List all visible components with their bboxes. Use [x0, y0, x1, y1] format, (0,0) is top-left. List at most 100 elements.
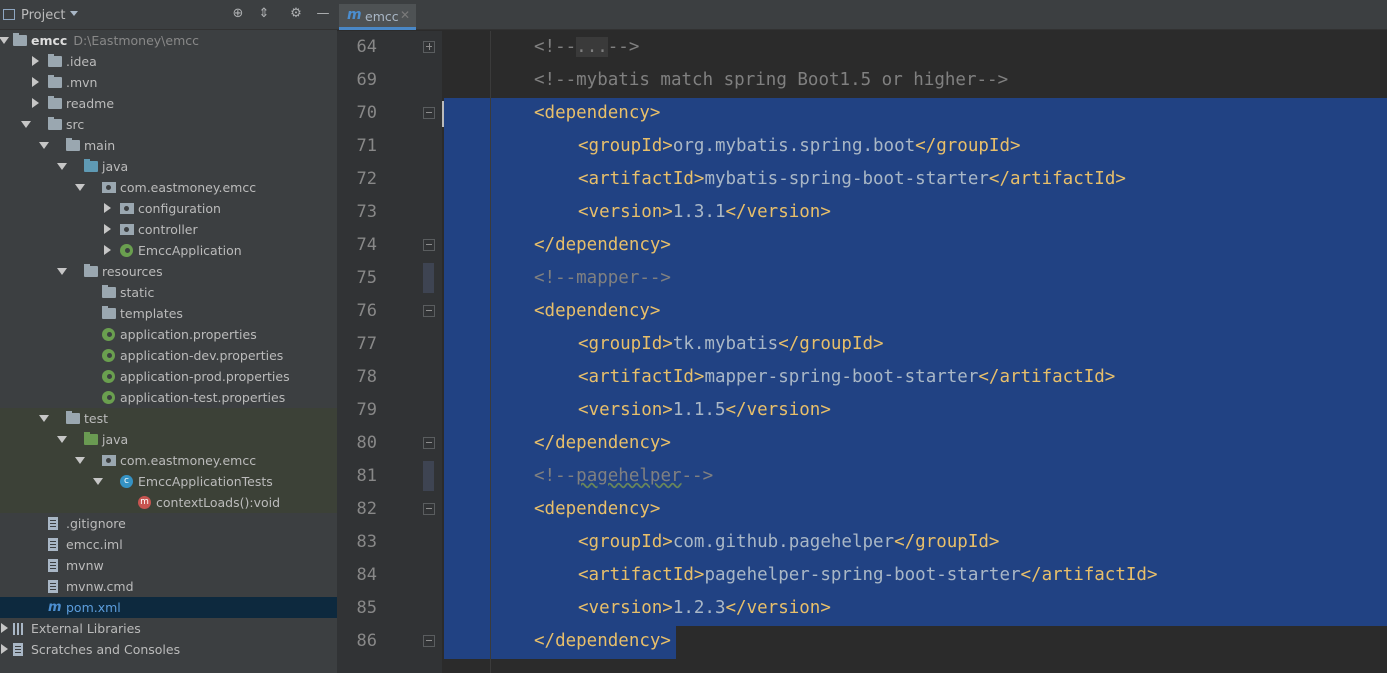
tab-label: emcc: [365, 9, 399, 24]
class-icon: c: [120, 475, 133, 488]
tree-row[interactable]: application-prod.properties: [0, 366, 337, 387]
collapse-fold-icon[interactable]: [423, 635, 435, 647]
tree-item-name: contextLoads():void: [156, 495, 281, 510]
chevron-down-icon[interactable]: [21, 121, 31, 128]
code-line[interactable]: <artifactId>mapper-spring-boot-starter</…: [578, 361, 1115, 394]
code-line[interactable]: <!--...-->: [534, 31, 639, 64]
tree-row[interactable]: .gitignore: [0, 513, 337, 534]
tree-row[interactable]: emcc D:\Eastmoney\emcc: [0, 30, 337, 51]
code-line[interactable]: <artifactId>pagehelper-spring-boot-start…: [578, 559, 1157, 592]
code-area[interactable]: <!--...--> <!--mybatis match spring Boot1…: [442, 31, 1387, 673]
line-number: 86: [356, 631, 377, 651]
chevron-down-icon[interactable]: [70, 11, 78, 16]
collapse-fold-icon[interactable]: [423, 305, 435, 317]
code-line[interactable]: <dependency>: [534, 97, 660, 130]
tree-item-name: controller: [138, 222, 198, 237]
collapse-all-icon[interactable]: ⇕: [257, 7, 271, 21]
editor-gutter[interactable]: 64 69 70 71 72 73 74 75 76 77 78 79 80 81 82 83 84 85 86: [337, 31, 442, 673]
code-line[interactable]: </dependency>: [534, 229, 671, 262]
chevron-down-icon[interactable]: [0, 37, 9, 44]
xml-tag: <dependency>: [534, 301, 661, 321]
tree-row[interactable]: EmccApplication: [0, 240, 337, 261]
code-line[interactable]: <groupId>com.github.pagehelper</groupId>: [578, 526, 999, 559]
expand-fold-icon[interactable]: [423, 41, 435, 53]
tree-row[interactable]: resources: [0, 261, 337, 282]
chevron-down-icon[interactable]: [57, 268, 67, 275]
tree-row[interactable]: application-test.properties: [0, 387, 337, 408]
collapse-fold-icon[interactable]: [423, 107, 435, 119]
code-line[interactable]: </dependency>: [534, 427, 671, 460]
tree-item-label: test: [84, 408, 108, 429]
code-line[interactable]: </dependency>: [534, 625, 671, 658]
project-panel-header: Project ⊕ ⇕ ⚙ —: [0, 0, 337, 30]
close-icon[interactable]: ✕: [400, 8, 410, 22]
package-icon: [102, 182, 116, 193]
chevron-right-icon[interactable]: [1, 644, 8, 654]
code-line[interactable]: <groupId>tk.mybatis</groupId>: [578, 328, 884, 361]
chevron-right-icon[interactable]: [32, 98, 39, 108]
xml-tag: </artifactId>: [988, 169, 1126, 189]
collapse-fold-icon[interactable]: [423, 239, 435, 251]
tree-row[interactable]: .idea: [0, 51, 337, 72]
chevron-down-icon[interactable]: [75, 184, 85, 191]
tree-item-label: contextLoads():void: [156, 492, 280, 513]
tree-row[interactable]: application.properties: [0, 324, 337, 345]
code-line[interactable]: <artifactId>mybatis-spring-boot-starter<…: [578, 163, 1126, 196]
code-line[interactable]: <!--mapper-->: [534, 262, 671, 295]
xml-tag: </groupId>: [894, 532, 1000, 552]
tree-row[interactable]: mvnw.cmd: [0, 576, 337, 597]
tree-row[interactable]: src: [0, 114, 337, 135]
tree-row[interactable]: java: [0, 429, 337, 450]
code-line[interactable]: <dependency>: [534, 493, 660, 526]
hide-panel-icon[interactable]: —: [316, 7, 330, 21]
tree-row[interactable]: m pom.xml: [0, 597, 337, 618]
chevron-down-icon[interactable]: [57, 163, 67, 170]
chevron-down-icon[interactable]: [93, 478, 103, 485]
chevron-down-icon[interactable]: [39, 142, 49, 149]
chevron-right-icon[interactable]: [104, 224, 111, 234]
tree-row[interactable]: static: [0, 282, 337, 303]
tree-row[interactable]: com.eastmoney.emcc: [0, 450, 337, 471]
tree-row[interactable]: External Libraries: [0, 618, 337, 639]
code-line[interactable]: <version>1.1.5</version>: [578, 394, 831, 427]
tree-row[interactable]: application-dev.properties: [0, 345, 337, 366]
tree-row[interactable]: readme: [0, 93, 337, 114]
tree-row[interactable]: java: [0, 156, 337, 177]
tree-row[interactable]: c EmccApplicationTests: [0, 471, 337, 492]
code-line[interactable]: <dependency>: [534, 295, 660, 328]
maven-icon: m: [347, 7, 362, 23]
tree-row[interactable]: m contextLoads():void: [0, 492, 337, 513]
tree-row[interactable]: main: [0, 135, 337, 156]
gear-icon[interactable]: ⚙: [289, 7, 303, 21]
chevron-right-icon[interactable]: [104, 203, 111, 213]
tree-item-name: mvnw: [66, 558, 104, 573]
tree-row[interactable]: templates: [0, 303, 337, 324]
code-line[interactable]: <!--pagehelper-->: [534, 460, 713, 493]
chevron-right-icon[interactable]: [32, 56, 39, 66]
code-line[interactable]: <version>1.2.3</version>: [578, 592, 831, 625]
tree-row[interactable]: emcc.iml: [0, 534, 337, 555]
chevron-right-icon[interactable]: [1, 623, 8, 633]
code-line[interactable]: <version>1.3.1</version>: [578, 196, 831, 229]
locate-icon[interactable]: ⊕: [231, 7, 245, 21]
chevron-down-icon[interactable]: [39, 415, 49, 422]
collapse-fold-icon[interactable]: [423, 503, 435, 515]
tree-row[interactable]: .mvn: [0, 72, 337, 93]
xml-tag: <version>: [578, 400, 673, 420]
tree-row[interactable]: configuration: [0, 198, 337, 219]
collapse-fold-icon[interactable]: [423, 437, 435, 449]
tree-row[interactable]: com.eastmoney.emcc: [0, 177, 337, 198]
chevron-down-icon[interactable]: [57, 436, 67, 443]
project-view-selector[interactable]: Project: [21, 8, 65, 23]
code-line[interactable]: <!--mybatis match spring Boot1.5 or high…: [534, 64, 1008, 97]
chevron-right-icon[interactable]: [32, 77, 39, 87]
tree-row[interactable]: test: [0, 408, 337, 429]
tree-row[interactable]: controller: [0, 219, 337, 240]
tree-row[interactable]: mvnw: [0, 555, 337, 576]
line-number: 77: [356, 334, 377, 354]
tab-emcc[interactable]: m emcc ✕: [339, 4, 416, 30]
chevron-down-icon[interactable]: [75, 457, 85, 464]
code-line[interactable]: <groupId>org.mybatis.spring.boot</groupI…: [578, 130, 1021, 163]
chevron-right-icon[interactable]: [104, 245, 111, 255]
tree-row[interactable]: Scratches and Consoles: [0, 639, 337, 660]
